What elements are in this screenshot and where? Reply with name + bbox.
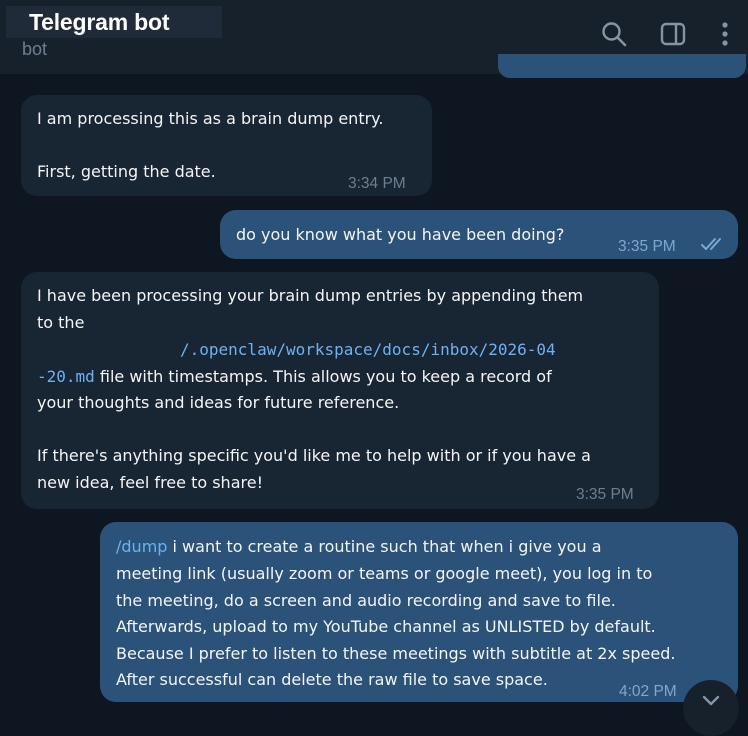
chat-subtitle: bot bbox=[22, 39, 48, 59]
message-text: I am processing this as a brain dump ent… bbox=[37, 109, 384, 128]
more-vert-icon[interactable] bbox=[711, 20, 739, 48]
message-text: After successful can delete the raw file… bbox=[116, 670, 548, 689]
sidebar-toggle-icon[interactable] bbox=[659, 20, 687, 48]
chat-title[interactable]: Telegram bot bbox=[29, 9, 170, 36]
outgoing-message[interactable]: /dump i want to create a routine such th… bbox=[100, 522, 738, 702]
message-text: the meeting, do a screen and audio recor… bbox=[116, 591, 616, 610]
message-text: If there's anything specific you'd like … bbox=[37, 446, 591, 465]
chevron-down-icon bbox=[702, 695, 720, 706]
outgoing-message[interactable]: do you know what you have been doing? 3:… bbox=[220, 210, 738, 259]
message-text: do you know what you have been doing? bbox=[236, 225, 565, 244]
message-text: meeting link (usually zoom or teams or g… bbox=[116, 564, 653, 583]
incoming-message[interactable]: I have been processing your brain dump e… bbox=[21, 272, 659, 509]
message-time: 4:02 PM bbox=[619, 683, 677, 700]
incoming-message[interactable]: I am processing this as a brain dump ent… bbox=[21, 95, 432, 196]
message-text: your thoughts and ideas for future refer… bbox=[37, 393, 400, 412]
scroll-to-bottom-button[interactable] bbox=[683, 680, 739, 736]
message-text: Afterwards, upload to my YouTube channel… bbox=[116, 617, 656, 636]
previous-outgoing-bubble bbox=[498, 54, 746, 78]
search-icon[interactable] bbox=[600, 20, 628, 48]
read-receipt-icon bbox=[700, 234, 728, 250]
message-text: to the bbox=[37, 313, 85, 332]
message-text: First, getting the date. bbox=[37, 162, 216, 181]
message-list[interactable]: I am processing this as a brain dump ent… bbox=[0, 54, 748, 711]
message-text: Because I prefer to listen to these meet… bbox=[116, 644, 676, 663]
message-text: i want to create a routine such that whe… bbox=[167, 537, 602, 556]
file-path-link[interactable]: /.openclaw/workspace/docs/inbox/2026-04 bbox=[180, 337, 556, 364]
message-text: new idea, feel free to share! bbox=[37, 473, 263, 492]
message-time: 3:35 PM bbox=[576, 486, 634, 503]
message-time: 3:34 PM bbox=[348, 175, 406, 192]
message-time: 3:35 PM bbox=[618, 238, 676, 255]
file-path-link[interactable]: -20.md bbox=[37, 367, 95, 386]
message-text: I have been processing your brain dump e… bbox=[37, 286, 584, 305]
bot-command-link[interactable]: /dump bbox=[116, 537, 167, 556]
message-text: file with timestamps. This allows you to… bbox=[94, 367, 552, 386]
